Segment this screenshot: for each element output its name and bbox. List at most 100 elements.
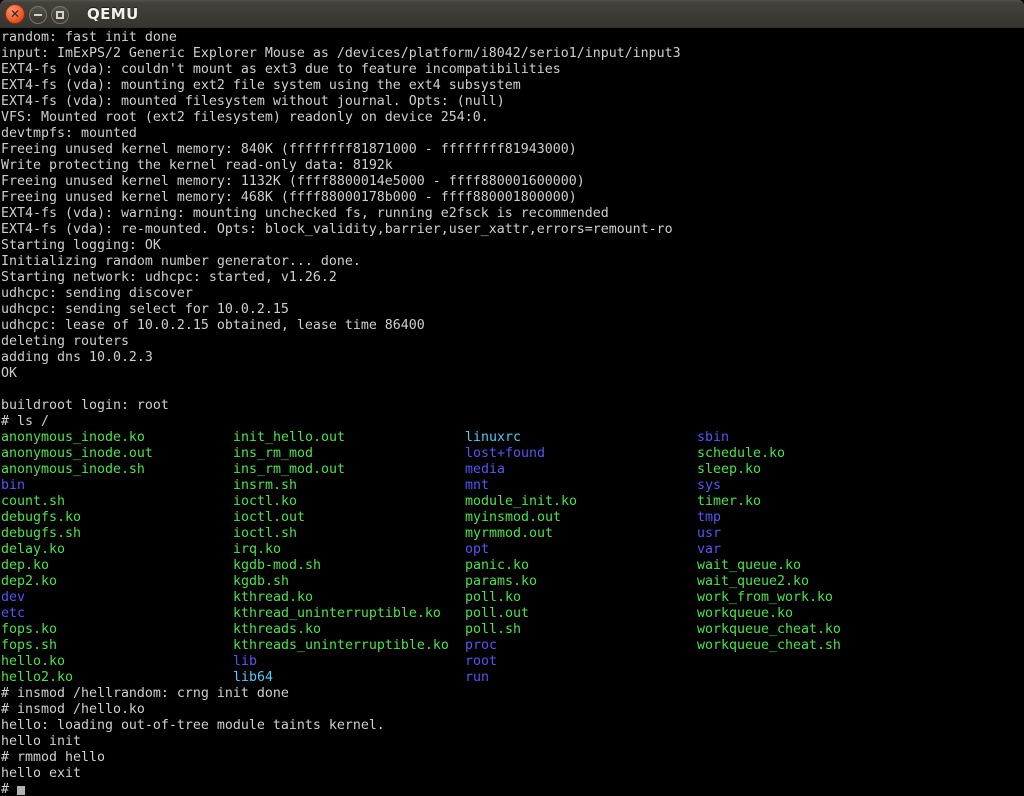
terminal-line: VFS: Mounted root (ext2 filesystem) read… bbox=[1, 110, 1024, 126]
ls-entry-dir: media bbox=[465, 462, 697, 478]
ls-entry-dir: run bbox=[465, 670, 697, 686]
ls-entry-file: poll.ko bbox=[465, 590, 697, 606]
terminal-line: # insmod /hellrandom: crng init done bbox=[1, 686, 1024, 702]
ls-entry-file: delay.ko bbox=[1, 542, 233, 558]
minimize-button[interactable] bbox=[29, 6, 47, 24]
shell-prompt: # bbox=[1, 782, 17, 796]
window-title: QEMU bbox=[87, 5, 139, 23]
ls-entry-file: wait_queue.ko bbox=[697, 558, 929, 574]
terminal-line: udhcpc: sending discover bbox=[1, 286, 1024, 302]
maximize-button[interactable] bbox=[51, 6, 69, 24]
maximize-icon bbox=[56, 11, 64, 19]
ls-entry-file: ins_rm_mod.out bbox=[233, 462, 465, 478]
ls-listing-row: delay.koirq.kooptvar bbox=[1, 542, 1024, 558]
ls-entry-file: workqueue_cheat.sh bbox=[697, 638, 929, 654]
ls-entry-file: myrmmod.out bbox=[465, 526, 697, 542]
ls-entry-file: module_init.ko bbox=[465, 494, 697, 510]
ls-entry-file: sleep.ko bbox=[697, 462, 929, 478]
ls-entry-dir: opt bbox=[465, 542, 697, 558]
ls-entry-file: fops.ko bbox=[1, 622, 233, 638]
ls-listing-row: fops.shkthreads_uninterruptible.koprocwo… bbox=[1, 638, 1024, 654]
ls-listing-row: fops.kokthreads.kopoll.shworkqueue_cheat… bbox=[1, 622, 1024, 638]
minimize-icon bbox=[34, 14, 42, 16]
terminal-line: # insmod /hello.ko bbox=[1, 702, 1024, 718]
ls-entry-file: ioctl.out bbox=[233, 510, 465, 526]
ls-entry-dir: sbin bbox=[697, 430, 929, 446]
ls-entry-file: ioctl.sh bbox=[233, 526, 465, 542]
ls-listing-row: etckthread_uninterruptible.kopoll.outwor… bbox=[1, 606, 1024, 622]
ls-entry-file: fops.sh bbox=[1, 638, 233, 654]
ls-entry-file: panic.ko bbox=[465, 558, 697, 574]
terminal-line: # rmmod hello bbox=[1, 750, 1024, 766]
ls-entry-file: wait_queue2.ko bbox=[697, 574, 929, 590]
ls-entry-file: workqueue_cheat.ko bbox=[697, 622, 929, 638]
terminal-line: EXT4-fs (vda): mounted filesystem withou… bbox=[1, 94, 1024, 110]
ls-entry-dir: etc bbox=[1, 606, 233, 622]
ls-entry-file: kgdb.sh bbox=[233, 574, 465, 590]
terminal-line bbox=[1, 382, 1024, 398]
ls-entry-file: kthreads.ko bbox=[233, 622, 465, 638]
terminal-line: EXT4-fs (vda): couldn't mount as ext3 du… bbox=[1, 62, 1024, 78]
terminal-line: Initializing random number generator... … bbox=[1, 254, 1024, 270]
ls-entry-file: anonymous_inode.out bbox=[1, 446, 233, 462]
terminal-line: # ls / bbox=[1, 414, 1024, 430]
ls-entry-file: dep2.ko bbox=[1, 574, 233, 590]
ls-entry-file: anonymous_inode.sh bbox=[1, 462, 233, 478]
close-icon: ✕ bbox=[10, 8, 20, 20]
ls-listing-row: anonymous_inode.koinit_hello.outlinuxrcs… bbox=[1, 430, 1024, 446]
ls-entry-file: poll.sh bbox=[465, 622, 697, 638]
ls-entry-file: irq.ko bbox=[233, 542, 465, 558]
qemu-window: ✕ QEMU random: fast init doneinput: ImEx… bbox=[0, 0, 1024, 796]
terminal-screen[interactable]: random: fast init doneinput: ImExPS/2 Ge… bbox=[0, 28, 1024, 796]
ls-entry-dir: usr bbox=[697, 526, 929, 542]
ls-entry-link: linuxrc bbox=[465, 430, 697, 446]
ls-entry-dir: tmp bbox=[697, 510, 929, 526]
ls-listing-row: hello2.kolib64run bbox=[1, 670, 1024, 686]
terminal-line: deleting routers bbox=[1, 334, 1024, 350]
terminal-line: udhcpc: sending select for 10.0.2.15 bbox=[1, 302, 1024, 318]
terminal-line: hello: loading out-of-tree module taints… bbox=[1, 718, 1024, 734]
ls-entry-file: schedule.ko bbox=[697, 446, 929, 462]
ls-entry-dir: sys bbox=[697, 478, 929, 494]
ls-entry-dir: proc bbox=[465, 638, 697, 654]
terminal-line: Freeing unused kernel memory: 468K (ffff… bbox=[1, 190, 1024, 206]
close-button[interactable]: ✕ bbox=[5, 4, 25, 24]
ls-entry-file: ins_rm_mod bbox=[233, 446, 465, 462]
ls-entry-file: kthread_uninterruptible.ko bbox=[233, 606, 465, 622]
ls-listing-row: debugfs.shioctl.shmyrmmod.outusr bbox=[1, 526, 1024, 542]
ls-entry-file: params.ko bbox=[465, 574, 697, 590]
ls-entry-file: anonymous_inode.ko bbox=[1, 430, 233, 446]
ls-entry-file: workqueue.ko bbox=[697, 606, 929, 622]
ls-listing-row: debugfs.koioctl.outmyinsmod.outtmp bbox=[1, 510, 1024, 526]
terminal-line: adding dns 10.0.2.3 bbox=[1, 350, 1024, 366]
terminal-line: Starting logging: OK bbox=[1, 238, 1024, 254]
terminal-line: random: fast init done bbox=[1, 30, 1024, 46]
terminal-line: buildroot login: root bbox=[1, 398, 1024, 414]
ls-entry-file: work_from_work.ko bbox=[697, 590, 929, 606]
ls-entry-dir: lib bbox=[233, 654, 465, 670]
terminal-line: EXT4-fs (vda): warning: mounting uncheck… bbox=[1, 206, 1024, 222]
terminal-line: input: ImExPS/2 Generic Explorer Mouse a… bbox=[1, 46, 1024, 62]
ls-listing-row: anonymous_inode.shins_rm_mod.outmediasle… bbox=[1, 462, 1024, 478]
terminal-line: hello exit bbox=[1, 766, 1024, 782]
ls-entry-link: lib64 bbox=[233, 670, 465, 686]
ls-entry-dir: dev bbox=[1, 590, 233, 606]
ls-entry-file: poll.out bbox=[465, 606, 697, 622]
ls-listing-row: dep2.kokgdb.shparams.kowait_queue2.ko bbox=[1, 574, 1024, 590]
ls-entry-file: hello.ko bbox=[1, 654, 233, 670]
ls-entry-file: kthread.ko bbox=[233, 590, 465, 606]
ls-entry-dir: bin bbox=[1, 478, 233, 494]
terminal-line: EXT4-fs (vda): mounting ext2 file system… bbox=[1, 78, 1024, 94]
ls-listing-row: dep.kokgdb-mod.shpanic.kowait_queue.ko bbox=[1, 558, 1024, 574]
terminal-line: Write protecting the kernel read-only da… bbox=[1, 158, 1024, 174]
ls-entry-file: dep.ko bbox=[1, 558, 233, 574]
terminal-line: EXT4-fs (vda): re-mounted. Opts: block_v… bbox=[1, 222, 1024, 238]
ls-entry-file: debugfs.ko bbox=[1, 510, 233, 526]
ls-entry-file: timer.ko bbox=[697, 494, 929, 510]
ls-listing-row: count.shioctl.komodule_init.kotimer.ko bbox=[1, 494, 1024, 510]
terminal-line: Starting network: udhcpc: started, v1.26… bbox=[1, 270, 1024, 286]
titlebar[interactable]: ✕ QEMU bbox=[0, 0, 1024, 28]
ls-entry-file: kgdb-mod.sh bbox=[233, 558, 465, 574]
ls-entry-file: count.sh bbox=[1, 494, 233, 510]
ls-listing-row: hello.kolibroot bbox=[1, 654, 1024, 670]
